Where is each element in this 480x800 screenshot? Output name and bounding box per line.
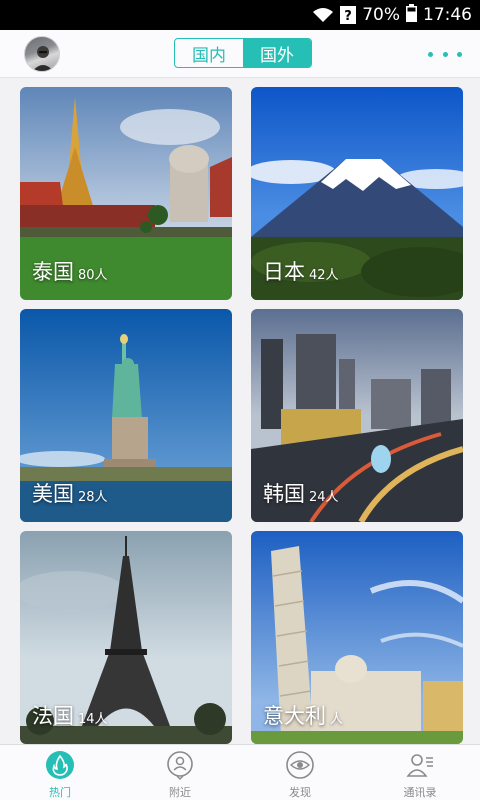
signal-unknown-icon: ? — [340, 6, 357, 24]
tab-discover[interactable]: 发现 — [240, 745, 360, 800]
more-dot-icon — [442, 51, 448, 57]
destination-card-thailand[interactable]: 泰国 80人 — [20, 87, 232, 300]
destination-count: 80人 — [78, 268, 108, 283]
destination-count: 28人 — [78, 490, 108, 505]
tab-label: 通讯录 — [403, 786, 437, 799]
destination-count: 14人 — [78, 712, 108, 727]
destination-count: 42人 — [309, 268, 339, 283]
destination-grid: 泰国 80人 日本 42人 美国 28人 韩国 24人 法国 14人 意大利 人 — [0, 78, 480, 744]
avatar[interactable] — [24, 36, 60, 72]
destination-name: 日本 — [263, 260, 305, 284]
destination-card-france[interactable]: 法国 14人 — [20, 531, 232, 744]
status-bar: ? 70% 17:46 — [0, 0, 480, 30]
wifi-icon — [312, 7, 334, 23]
destination-card-korea[interactable]: 韩国 24人 — [251, 309, 463, 522]
tab-contacts[interactable]: 通讯录 — [360, 745, 480, 800]
tab-label: 热门 — [49, 786, 71, 799]
destination-name: 泰国 — [32, 260, 74, 284]
destination-count: 24人 — [309, 490, 339, 505]
clock: 17:46 — [423, 5, 472, 25]
person-pin-icon — [165, 750, 195, 780]
tab-domestic[interactable]: 国内 — [175, 39, 243, 67]
destination-name: 意大利 — [263, 704, 326, 728]
svg-text:?: ? — [344, 9, 352, 24]
destination-count: 人 — [330, 712, 344, 727]
contacts-icon — [405, 750, 435, 780]
destination-card-usa[interactable]: 美国 28人 — [20, 309, 232, 522]
flame-icon — [45, 750, 75, 780]
tab-nearby[interactable]: 附近 — [120, 745, 240, 800]
destination-card-italy[interactable]: 意大利人 — [251, 531, 463, 744]
more-dot-icon — [428, 51, 433, 57]
tab-label: 发现 — [289, 786, 311, 799]
more-options-button[interactable] — [428, 44, 462, 64]
bottom-tab-bar: 热门 附近 发现 通讯录 — [0, 744, 480, 800]
battery-icon — [406, 3, 417, 27]
destination-name: 韩国 — [263, 482, 305, 506]
tab-label: 附近 — [169, 786, 191, 799]
eye-icon — [285, 750, 315, 780]
destination-name: 美国 — [32, 482, 74, 506]
tab-overseas[interactable]: 国外 — [243, 39, 311, 67]
battery-percent: 70% — [362, 5, 400, 25]
tab-hot[interactable]: 热门 — [0, 745, 120, 800]
destination-name: 法国 — [32, 704, 74, 728]
more-dot-icon — [457, 51, 462, 57]
destination-card-japan[interactable]: 日本 42人 — [251, 87, 463, 300]
top-bar: 国内 国外 — [0, 30, 480, 78]
region-switch: 国内 国外 — [174, 38, 312, 68]
